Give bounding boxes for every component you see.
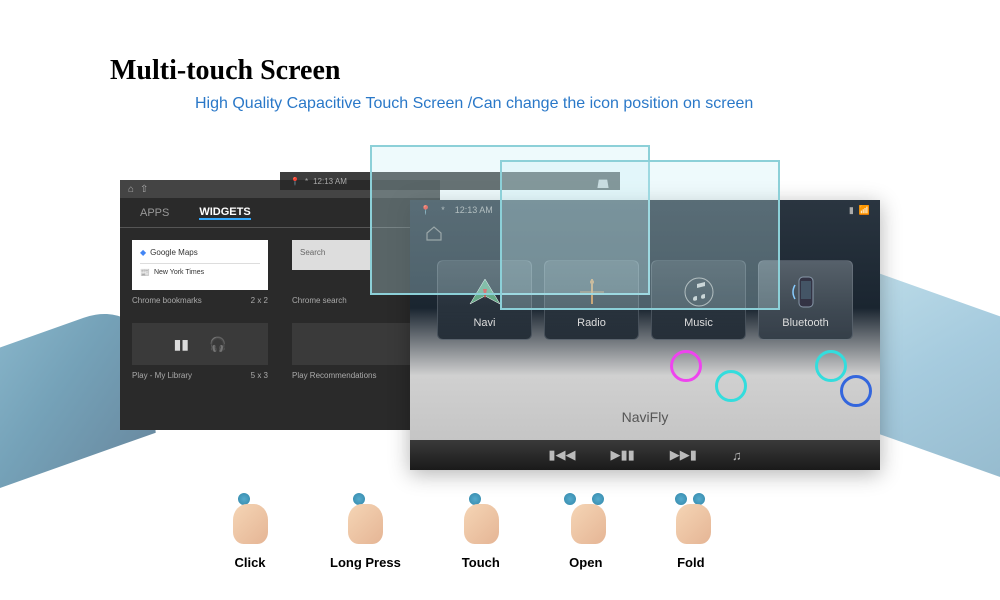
widget-size-1: 2 x 2: [251, 296, 268, 305]
app-label: Radio: [577, 317, 606, 329]
widget-search[interactable]: Search: [292, 240, 372, 270]
widget-label-recs: Play Recommendations: [292, 371, 376, 380]
app-label: Music: [684, 317, 713, 329]
hand-long-press-icon: [340, 492, 390, 547]
bluetooth-icon: [786, 272, 826, 312]
widgets-column-1: ◆Google Maps 📰New York Times Chrome book…: [120, 228, 280, 430]
widget-play-recs[interactable]: [292, 323, 428, 365]
widget-label-library: Play - My Library: [132, 371, 192, 380]
widget-play-library[interactable]: ▮▮ 🎧: [132, 323, 268, 365]
touch-overlay-frame-2: [500, 160, 780, 310]
home-outline-icon: ⌂: [128, 184, 134, 195]
page-title: Multi-touch Screen: [110, 55, 340, 87]
app-label: Bluetooth: [782, 317, 828, 329]
battery-icon: ▮: [849, 205, 854, 216]
book-icon: ▮▮: [174, 336, 189, 353]
hand-fold-icon: [666, 492, 716, 547]
gesture-touch: Touch: [456, 492, 506, 570]
touch-indicator-2: [715, 370, 747, 402]
headphones-icon: 🎧: [209, 336, 226, 353]
gesture-label: Long Press: [330, 555, 401, 570]
gesture-label: Open: [569, 555, 602, 570]
play-pause-button[interactable]: ▶▮▮: [610, 447, 634, 463]
widget-label-chrome-search: Chrome search: [292, 296, 347, 305]
page-subtitle: High Quality Capacitive Touch Screen /Ca…: [195, 95, 753, 113]
touch-indicator-3: [815, 350, 847, 382]
music-menu-icon[interactable]: ♫: [732, 448, 742, 463]
widget-label-bookmarks: Chrome bookmarks: [132, 296, 202, 305]
gesture-label: Click: [234, 555, 265, 570]
status-time-secondary: 12:13 AM: [313, 177, 347, 186]
widget-google-maps[interactable]: ◆Google Maps 📰New York Times: [132, 240, 268, 290]
gestures-row: Click Long Press Touch Open Fold: [225, 492, 716, 570]
app-label: Navi: [473, 317, 495, 329]
touch-indicator-1: [670, 350, 702, 382]
gesture-click: Click: [225, 492, 275, 570]
gesture-long-press: Long Press: [330, 492, 401, 570]
gesture-fold: Fold: [666, 492, 716, 570]
hand-touch-icon: [456, 492, 506, 547]
gesture-label: Touch: [462, 555, 500, 570]
gesture-label: Fold: [677, 555, 704, 570]
tab-widgets[interactable]: WIDGETS: [199, 206, 250, 220]
tab-apps[interactable]: APPS: [140, 207, 169, 219]
signal-icon: 📶: [859, 205, 870, 216]
gesture-open: Open: [561, 492, 611, 570]
location-icon: 📍: [290, 177, 300, 186]
upload-icon: ⇧: [140, 184, 148, 195]
hand-open-icon: [561, 492, 611, 547]
bluetooth-status-icon: *: [305, 177, 308, 186]
next-track-button[interactable]: ▶▶▮: [670, 447, 697, 463]
playback-bar: ▮◀◀ ▶▮▮ ▶▶▮ ♫: [410, 440, 880, 470]
touch-indicator-4: [840, 375, 872, 407]
prev-track-button[interactable]: ▮◀◀: [548, 447, 575, 463]
screens-container: 📍 * 12:13 AM ⌂ ⇧ APPS WIDGETS ◆Google Ma…: [120, 175, 880, 465]
widget-size-2: 5 x 3: [251, 371, 268, 380]
hand-click-icon: [225, 492, 275, 547]
brand-label: NaviFly: [622, 409, 669, 425]
